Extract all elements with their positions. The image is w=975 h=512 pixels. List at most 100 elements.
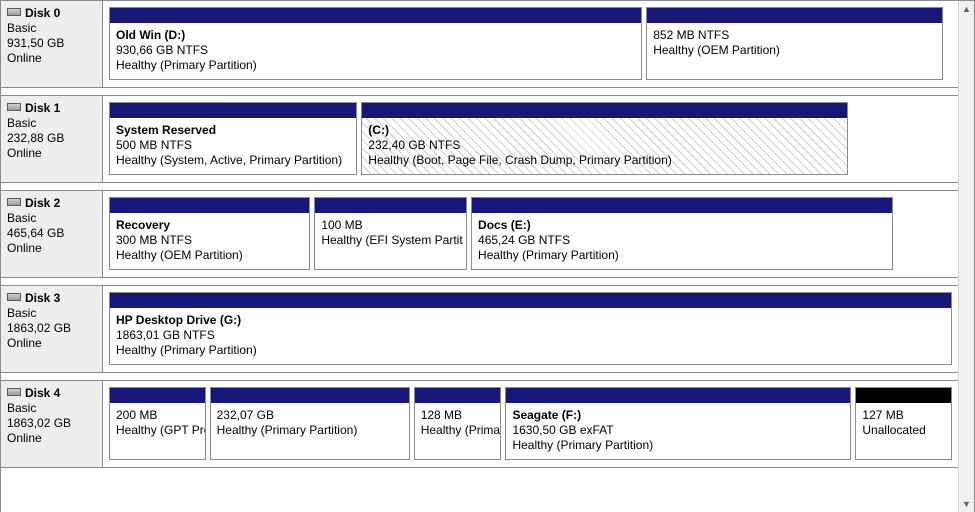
partition-status: Healthy (System, Active, Primary Partiti…: [116, 153, 350, 168]
partition-label: HP Desktop Drive (G:): [116, 313, 945, 328]
disk-icon: [7, 293, 21, 301]
disk-status: Online: [7, 51, 96, 66]
partition[interactable]: (C:)232,40 GB NTFSHealthy (Boot, Page Fi…: [361, 102, 848, 175]
partition-size: 100 MB: [321, 218, 460, 233]
scroll-up-button[interactable]: ▲: [959, 1, 974, 17]
disk-type: Basic: [7, 211, 96, 226]
partitions-area: System Reserved500 MB NTFSHealthy (Syste…: [103, 96, 958, 182]
partition-label: Seagate (F:): [512, 408, 844, 423]
partition-status: Healthy (GPT Pro: [116, 423, 199, 438]
scroll-down-button[interactable]: ▼: [959, 496, 974, 512]
partition-body: 100 MBHealthy (EFI System Partit: [315, 213, 466, 269]
disk-icon: [7, 103, 21, 111]
partition-size: 500 MB NTFS: [116, 138, 350, 153]
disk-name: Disk 4: [25, 386, 60, 400]
partition-label: Recovery: [116, 218, 303, 233]
partition-size: 852 MB NTFS: [653, 28, 936, 43]
disk-info[interactable]: Disk 4Basic1863,02 GBOnline: [1, 381, 103, 467]
partition-body: 200 MBHealthy (GPT Pro: [110, 403, 205, 459]
partition[interactable]: 232,07 GBHealthy (Primary Partition): [210, 387, 410, 460]
partition-status: Healthy (Primary Partition): [217, 423, 403, 438]
disk-row: Disk 4Basic1863,02 GBOnline200 MBHealthy…: [1, 380, 958, 468]
partition-body: (C:)232,40 GB NTFSHealthy (Boot, Page Fi…: [362, 118, 847, 174]
disk-status: Online: [7, 431, 96, 446]
partition-body: Old Win (D:)930,66 GB NTFSHealthy (Prima…: [110, 23, 641, 79]
disk-name: Disk 2: [25, 196, 60, 210]
disk-name: Disk 0: [25, 6, 60, 20]
disk-row: Disk 1Basic232,88 GBOnlineSystem Reserve…: [1, 95, 958, 183]
partition-color-bar: [110, 8, 641, 23]
disk-type: Basic: [7, 401, 96, 416]
partition-body: System Reserved500 MB NTFSHealthy (Syste…: [110, 118, 356, 174]
disk-size: 1863,02 GB: [7, 416, 96, 431]
disk-info[interactable]: Disk 3Basic1863,02 GBOnline: [1, 286, 103, 372]
partition-label: Old Win (D:): [116, 28, 635, 43]
disk-info[interactable]: Disk 0Basic931,50 GBOnline: [1, 1, 103, 87]
disk-size: 232,88 GB: [7, 131, 96, 146]
partition-status: Healthy (Primary Partition): [512, 438, 844, 453]
disk-size: 1863,02 GB: [7, 321, 96, 336]
disk-row: Disk 2Basic465,64 GBOnlineRecovery300 MB…: [1, 190, 958, 278]
partition-status: Healthy (EFI System Partit: [321, 233, 460, 248]
partition[interactable]: Seagate (F:)1630,50 GB exFATHealthy (Pri…: [505, 387, 851, 460]
partitions-area: HP Desktop Drive (G:)1863,01 GB NTFSHeal…: [103, 286, 958, 372]
disk-icon: [7, 388, 21, 396]
partition[interactable]: 128 MBHealthy (Primar: [414, 387, 502, 460]
disk-status: Online: [7, 146, 96, 161]
partition-label: (C:): [368, 123, 841, 138]
disk-row: Disk 0Basic931,50 GBOnlineOld Win (D:)93…: [1, 1, 958, 88]
partition-body: 128 MBHealthy (Primar: [415, 403, 501, 459]
empty-space: [852, 102, 952, 175]
partition[interactable]: 100 MBHealthy (EFI System Partit: [314, 197, 467, 270]
partition[interactable]: 200 MBHealthy (GPT Pro: [109, 387, 206, 460]
partitions-area: 200 MBHealthy (GPT Pro232,07 GBHealthy (…: [103, 381, 958, 467]
disk-type: Basic: [7, 306, 96, 321]
disk-info[interactable]: Disk 2Basic465,64 GBOnline: [1, 191, 103, 277]
partition-status: Healthy (Primary Partition): [116, 58, 635, 73]
disk-info[interactable]: Disk 1Basic232,88 GBOnline: [1, 96, 103, 182]
partition-status: Healthy (Primary Partition): [116, 343, 945, 358]
partition-color-bar: [110, 198, 309, 213]
partition-color-bar: [415, 388, 501, 403]
partition-color-bar: [362, 103, 847, 118]
partition-label: Docs (E:): [478, 218, 886, 233]
partition[interactable]: 852 MB NTFSHealthy (OEM Partition): [646, 7, 943, 80]
disk-name: Disk 3: [25, 291, 60, 305]
disk-type: Basic: [7, 21, 96, 36]
disk-management-panel: Disk 0Basic931,50 GBOnlineOld Win (D:)93…: [0, 0, 975, 512]
partition-size: 1863,01 GB NTFS: [116, 328, 945, 343]
disk-status: Online: [7, 241, 96, 256]
empty-space: [947, 7, 952, 80]
partition-color-bar: [315, 198, 466, 213]
partition-size: 930,66 GB NTFS: [116, 43, 635, 58]
partition-size: 128 MB: [421, 408, 495, 423]
partition[interactable]: System Reserved500 MB NTFSHealthy (Syste…: [109, 102, 357, 175]
empty-space: [897, 197, 952, 270]
scroll-track[interactable]: [959, 17, 974, 496]
partition[interactable]: HP Desktop Drive (G:)1863,01 GB NTFSHeal…: [109, 292, 952, 365]
partition[interactable]: Docs (E:)465,24 GB NTFSHealthy (Primary …: [471, 197, 893, 270]
partition-body: Seagate (F:)1630,50 GB exFATHealthy (Pri…: [506, 403, 850, 459]
partition-color-bar: [647, 8, 942, 23]
partition-body: 852 MB NTFSHealthy (OEM Partition): [647, 23, 942, 79]
partition[interactable]: Recovery300 MB NTFSHealthy (OEM Partitio…: [109, 197, 310, 270]
partition[interactable]: Old Win (D:)930,66 GB NTFSHealthy (Prima…: [109, 7, 642, 80]
partition-color-bar: [856, 388, 951, 403]
partition-size: 232,40 GB NTFS: [368, 138, 841, 153]
partition-size: 465,24 GB NTFS: [478, 233, 886, 248]
partition-color-bar: [506, 388, 850, 403]
disk-size: 465,64 GB: [7, 226, 96, 241]
disk-size: 931,50 GB: [7, 36, 96, 51]
partition-body: 127 MBUnallocated: [856, 403, 951, 459]
partition-status: Healthy (Boot, Page File, Crash Dump, Pr…: [368, 153, 841, 168]
partition-color-bar: [211, 388, 409, 403]
disk-row: Disk 3Basic1863,02 GBOnlineHP Desktop Dr…: [1, 285, 958, 373]
partition-size: 200 MB: [116, 408, 199, 423]
partitions-area: Old Win (D:)930,66 GB NTFSHealthy (Prima…: [103, 1, 958, 87]
partition-status: Healthy (OEM Partition): [116, 248, 303, 263]
partition[interactable]: 127 MBUnallocated: [855, 387, 952, 460]
vertical-scrollbar[interactable]: ▲ ▼: [958, 1, 974, 512]
partition-size: 300 MB NTFS: [116, 233, 303, 248]
disk-type: Basic: [7, 116, 96, 131]
partition-color-bar: [110, 103, 356, 118]
